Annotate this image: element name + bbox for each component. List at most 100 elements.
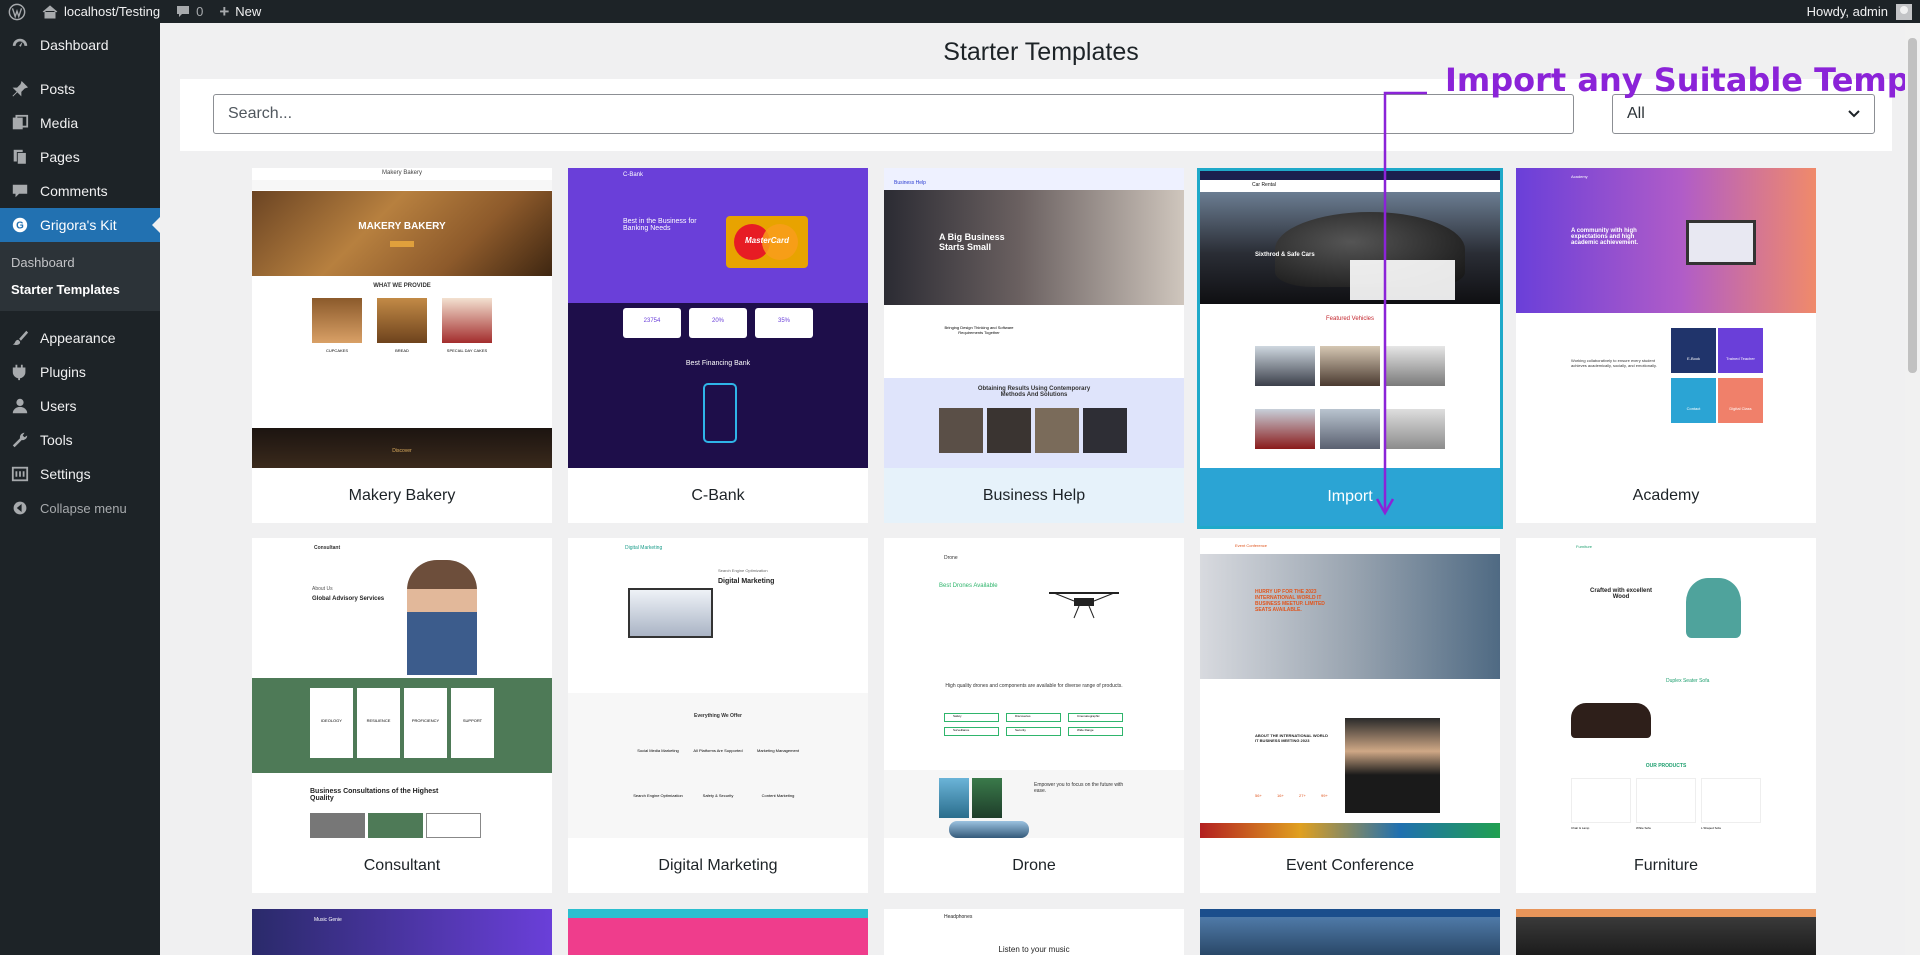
sidebar-item-comments[interactable]: Comments (0, 174, 160, 208)
product-name: Duplex Seater Sofa (1666, 678, 1710, 684)
my-account-link[interactable]: Howdy, admin (1799, 0, 1920, 23)
template-card-event-conference[interactable]: Event Conference HURRY UP FOR THE 2023 I… (1200, 538, 1500, 893)
sidebar-item-posts[interactable]: Posts (0, 72, 160, 106)
template-card-c-bank[interactable]: C-Bank Best in the Business for Banking … (568, 168, 868, 523)
category-filter-select[interactable]: All (1612, 94, 1875, 134)
sidebar-item-plugins[interactable]: Plugins (0, 355, 160, 389)
service-card: SUPPORT (451, 688, 494, 758)
svg-text:G: G (16, 221, 24, 232)
service-card: PROFICIENCY (404, 688, 447, 758)
hero-heading: A Big Business Starts Small (939, 232, 1005, 252)
service-card: RESILIENCE (357, 688, 400, 758)
template-card-colorful[interactable] (568, 909, 868, 955)
feature-chip: Wide Range (1068, 727, 1123, 736)
feature-chip: Surveillance (944, 727, 999, 736)
wordpress-logo[interactable] (0, 0, 34, 23)
sidebar-item-grigoras-kit[interactable]: G Grigora's Kit (0, 208, 160, 242)
template-card-car-rental[interactable]: Car Rental Sixthrod & Safe Cars Featured… (1197, 168, 1503, 529)
feature-text: Bringing Design Thinking and Software Re… (944, 325, 1014, 335)
service-card: IDEOLOGY (310, 688, 353, 758)
feature-chip: Security (1006, 727, 1061, 736)
template-preview (1516, 909, 1816, 955)
sidebar-item-settings[interactable]: Settings (0, 457, 160, 491)
template-card-furniture[interactable]: Furniture Crafted with excellent Wood Du… (1516, 538, 1816, 893)
service-label: Safety & Security (702, 793, 734, 798)
template-name: Business Help (884, 468, 1184, 523)
annotation-label: Import any Suitable Template (1445, 61, 1920, 99)
template-card-headphones[interactable]: Headphones Listen to your music (884, 909, 1184, 955)
template-preview: Consultant About Us Global Advisory Serv… (252, 538, 552, 838)
hero-small: About Us (312, 586, 333, 592)
template-preview: Makery Bakery MAKERY BAKERY WHAT WE PROV… (252, 168, 552, 468)
product-label: L Shaped Sofa (1701, 826, 1721, 830)
template-card-drone[interactable]: Drone Best Drones Available High quality… (884, 538, 1184, 893)
sidebar-item-appearance[interactable]: Appearance (0, 321, 160, 355)
section-heading: High quality drones and components are a… (945, 683, 1123, 689)
tagline: Empower you to focus on the future with … (1034, 782, 1124, 794)
template-card-digital-marketing[interactable]: Digital Marketing Search Engine Optimiza… (568, 538, 868, 893)
filter-value: All (1627, 105, 1645, 122)
template-card-portfolio[interactable] (1516, 909, 1816, 955)
pin-icon (10, 79, 30, 99)
hero-heading: MAKERY BAKERY (358, 221, 446, 232)
sidebar-item-tools[interactable]: Tools (0, 423, 160, 457)
sidebar-item-users[interactable]: Users (0, 389, 160, 423)
collapse-menu-button[interactable]: Collapse menu (0, 491, 160, 525)
preview-brand: Headphones (944, 914, 973, 920)
pages-icon (10, 147, 30, 167)
import-button[interactable]: Import (1200, 468, 1500, 526)
stat-value: 56+ (1255, 793, 1262, 798)
template-card-academy[interactable]: Academy A community with high expectatio… (1516, 168, 1816, 523)
template-card-music-genie[interactable]: Music Genie (252, 909, 552, 955)
site-name-link[interactable]: localhost/Testing (34, 0, 168, 23)
sidebar-item-dashboard[interactable]: Dashboard (0, 28, 160, 62)
section-heading: Obtaining Results Using Contemporary Met… (977, 386, 1091, 398)
scrollbar-thumb[interactable] (1908, 38, 1917, 373)
template-name: Consultant (363, 856, 441, 874)
template-name: Furniture (1633, 856, 1699, 874)
search-input[interactable] (213, 94, 1574, 134)
page-scrollbar[interactable] (1905, 23, 1920, 955)
section-heading: Everything We Offer (694, 713, 742, 719)
sidebar-item-media[interactable]: Media (0, 106, 160, 140)
hero-image: A Big Business Starts Small (884, 190, 1184, 305)
section-heading: OUR PRODUCTS (1645, 763, 1687, 769)
template-card-consultant[interactable]: Consultant About Us Global Advisory Serv… (252, 538, 552, 893)
comments-count: 0 (196, 4, 204, 19)
template-card-business-help[interactable]: Business Help A Big Business Starts Smal… (884, 168, 1184, 523)
product-label: BREAD (395, 348, 409, 353)
media-icon (10, 113, 30, 133)
template-name: Drone (1012, 856, 1056, 874)
service-label: All Platforms Are Supported (693, 748, 743, 753)
preview-brand: Music Genie (314, 917, 342, 923)
new-content-link[interactable]: + New (211, 0, 269, 23)
submenu-item-starter-templates[interactable]: Starter Templates (0, 276, 160, 303)
comments-link[interactable]: 0 (168, 0, 211, 23)
sidebar-item-label: Users (40, 398, 77, 414)
card-brand: MasterCard (744, 236, 789, 245)
feature-tile: Trained Teacher (1718, 328, 1763, 373)
preview-brand: Car Rental (1252, 182, 1276, 188)
template-card-makery-bakery[interactable]: Makery Bakery MAKERY BAKERY WHAT WE PROV… (252, 168, 552, 523)
collapse-icon (10, 498, 30, 518)
feature-chip: Cinematographic (1068, 713, 1123, 722)
template-preview: Digital Marketing Search Engine Optimiza… (568, 538, 868, 838)
dashboard-icon (10, 35, 30, 55)
submenu-item-dashboard[interactable]: Dashboard (0, 249, 160, 276)
sidebar-item-label: Appearance (40, 330, 116, 346)
feature-tile: Contact (1671, 378, 1716, 423)
template-preview: Drone Best Drones Available High quality… (884, 538, 1184, 838)
site-name: localhost/Testing (64, 4, 161, 19)
template-card-building[interactable] (1200, 909, 1500, 955)
sidebar-item-pages[interactable]: Pages (0, 140, 160, 174)
section-heading: ABOUT THE INTERNATIONAL WORLD IT BUSINES… (1255, 733, 1328, 743)
wrench-icon (10, 430, 30, 450)
comment-icon (177, 6, 190, 17)
computer-illustration (1686, 220, 1756, 265)
sidebar-item-label: Collapse menu (40, 500, 127, 516)
template-name: Digital Marketing (658, 856, 778, 874)
hero-heading: Sixthrod & Safe Cars (1255, 252, 1315, 258)
settings-icon (10, 464, 30, 484)
sidebar-item-label: Comments (40, 183, 108, 199)
product-label: White Sofa (1636, 826, 1651, 830)
